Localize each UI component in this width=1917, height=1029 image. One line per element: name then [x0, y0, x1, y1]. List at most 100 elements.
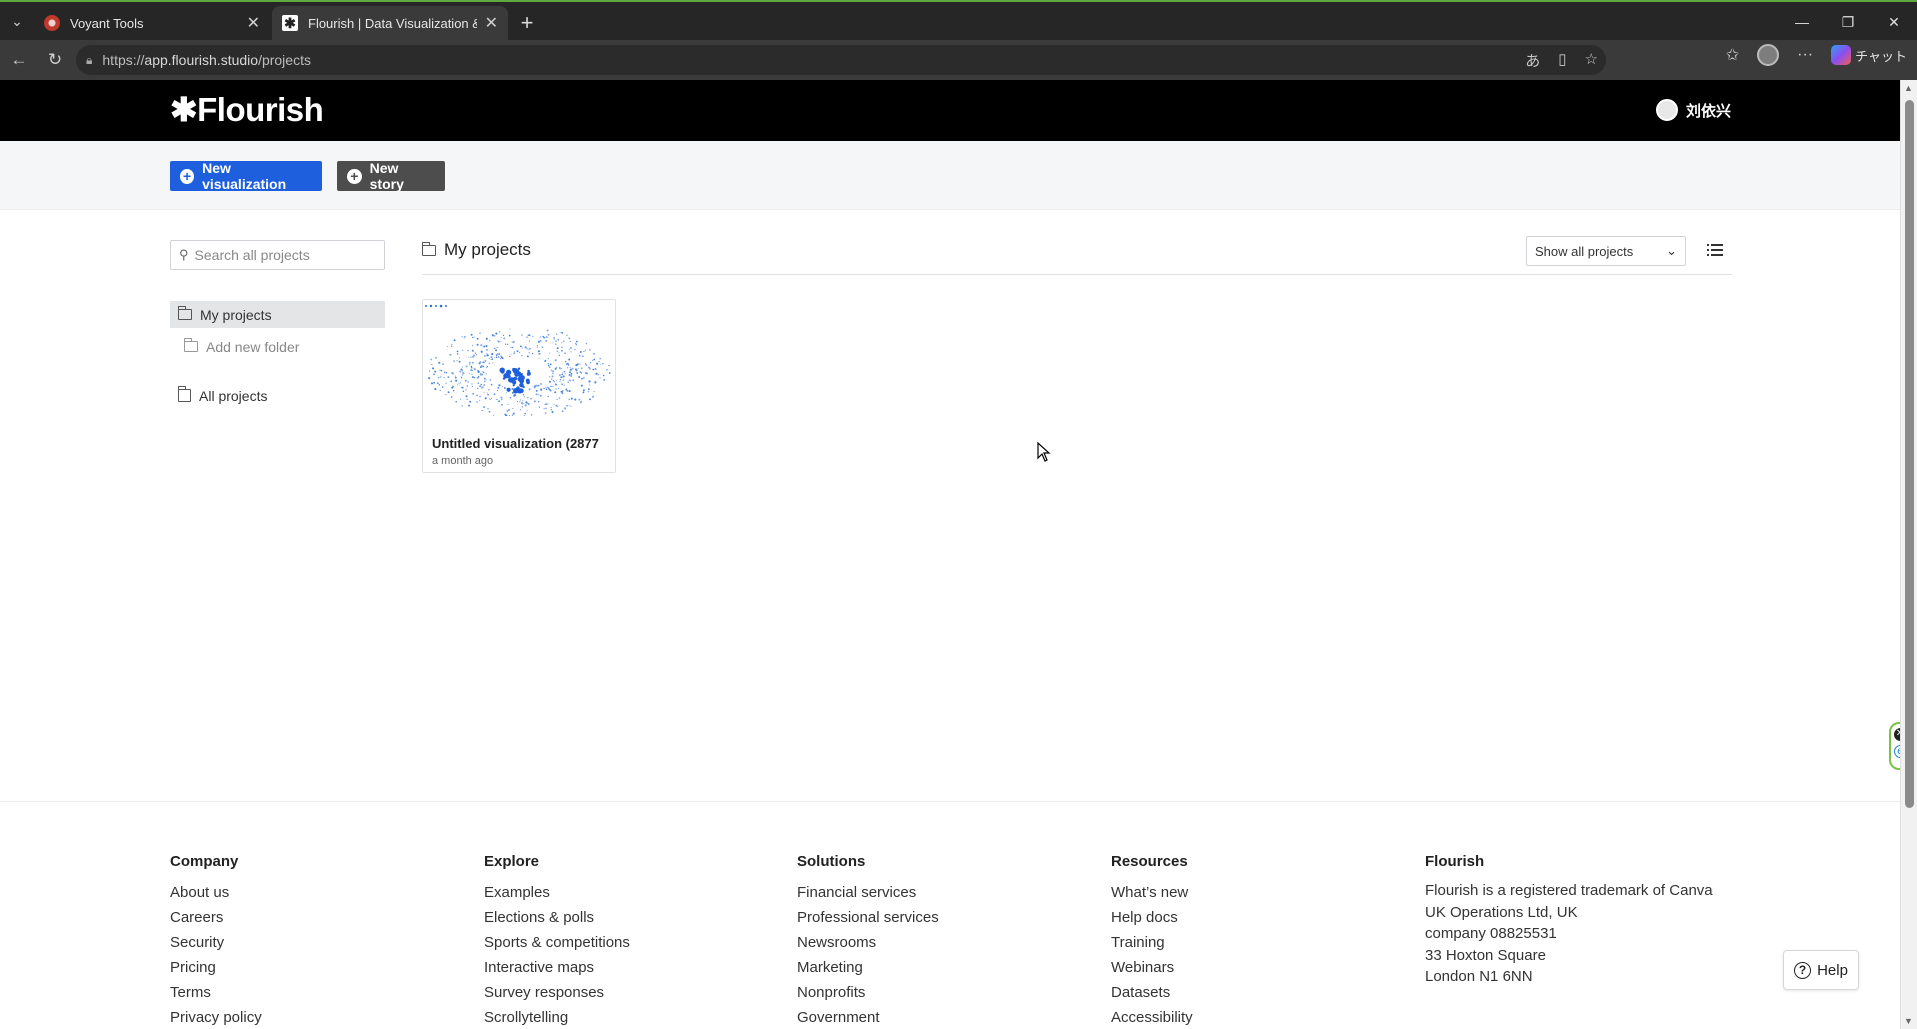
- network-node: [521, 334, 523, 336]
- footer-link[interactable]: Help docs: [1111, 905, 1193, 930]
- scrollbar-thumb[interactable]: [1905, 100, 1914, 808]
- network-node: [542, 335, 544, 338]
- network-node: [483, 377, 486, 380]
- footer-link[interactable]: Careers: [170, 905, 262, 930]
- reload-button[interactable]: ↻: [38, 43, 72, 77]
- new-story-button[interactable]: + New story: [337, 160, 445, 192]
- scroll-down-icon[interactable]: ▼: [1904, 1016, 1913, 1026]
- more-menu-icon[interactable]: ···: [1797, 46, 1813, 64]
- footer-link[interactable]: Government: [797, 1005, 939, 1029]
- flourish-logo[interactable]: ✱Flourish: [170, 90, 324, 129]
- tab-voyant-tools[interactable]: Voyant Tools ✕: [34, 6, 270, 40]
- user-menu[interactable]: 刘依兴: [1656, 99, 1731, 121]
- network-node: [461, 366, 464, 368]
- footer-link[interactable]: About us: [170, 880, 262, 905]
- tab-flourish[interactable]: ✱ Flourish | Data Visualization & Sto ✕: [272, 6, 508, 40]
- footer-link[interactable]: Elections & polls: [484, 905, 630, 930]
- network-node: [488, 362, 491, 365]
- network-node: [451, 343, 453, 346]
- footer-link[interactable]: What’s new: [1111, 880, 1193, 905]
- network-node: [456, 384, 459, 386]
- footer-link[interactable]: Interactive maps: [484, 955, 630, 980]
- search-input[interactable]: ⚲ Search all projects: [170, 240, 385, 270]
- network-node: [497, 340, 500, 343]
- footer-link[interactable]: Newsrooms: [797, 930, 939, 955]
- project-filter-select[interactable]: Show all projects ⌄: [1526, 236, 1686, 266]
- folder-icon: [421, 241, 436, 256]
- network-node: [551, 410, 554, 413]
- network-node: [570, 372, 573, 375]
- sidebar-item-my-projects[interactable]: My projects: [170, 301, 385, 328]
- reader-icon[interactable]: ▯: [1558, 50, 1566, 71]
- network-node: [539, 336, 541, 339]
- network-node: [564, 352, 566, 354]
- footer-link[interactable]: Professional services: [797, 905, 939, 930]
- footer-link[interactable]: Accessibility: [1111, 1005, 1193, 1029]
- browser-tabbar: ⌄ Voyant Tools ✕ ✱ Flourish | Data Visua…: [0, 0, 1917, 40]
- network-node: [526, 410, 528, 412]
- network-node: [554, 359, 557, 362]
- restore-icon[interactable]: ❐: [1825, 4, 1871, 40]
- help-button[interactable]: ? Help: [1783, 950, 1859, 990]
- network-node: [439, 369, 441, 371]
- footer-link[interactable]: Nonprofits: [797, 980, 939, 1005]
- new-tab-button[interactable]: +: [510, 6, 544, 40]
- profile-icon[interactable]: [1757, 44, 1780, 66]
- network-node: [559, 331, 561, 333]
- new-visualization-button[interactable]: + New visualization: [170, 160, 322, 192]
- sidebar-add-folder[interactable]: Add new folder: [170, 333, 385, 360]
- sidebar-item-all-projects[interactable]: All projects: [170, 382, 385, 409]
- network-node: [548, 380, 551, 383]
- back-button[interactable]: ←: [2, 43, 36, 77]
- translate-icon[interactable]: あ: [1525, 50, 1540, 71]
- network-node: [548, 388, 551, 391]
- close-tab-icon[interactable]: ✕: [485, 13, 498, 33]
- footer-link[interactable]: Marketing: [797, 955, 939, 980]
- favorites-icon[interactable]: ✩: [1726, 45, 1739, 65]
- network-node: [536, 346, 539, 348]
- list-view-icon[interactable]: [1707, 244, 1723, 258]
- footer-link[interactable]: Sports & competitions: [484, 930, 630, 955]
- network-node: [544, 412, 547, 414]
- tab-list-dropdown[interactable]: ⌄: [0, 2, 34, 40]
- network-hub-node: [513, 376, 518, 381]
- footer-resources: Resources What’s new Help docs Training …: [1111, 853, 1193, 1029]
- footer-link[interactable]: Training: [1111, 930, 1193, 955]
- scroll-up-icon[interactable]: ▲: [1904, 83, 1913, 93]
- voyant-favicon-icon: [44, 15, 60, 31]
- close-window-icon[interactable]: ✕: [1871, 4, 1917, 40]
- footer-link[interactable]: Webinars: [1111, 955, 1193, 980]
- project-card[interactable]: Untitled visualization (2877 a month ago: [422, 299, 616, 473]
- project-title: Untitled visualization (2877: [432, 436, 599, 451]
- minimize-icon[interactable]: —: [1779, 4, 1825, 40]
- footer-link[interactable]: Terms: [170, 980, 262, 1005]
- close-tab-icon[interactable]: ✕: [247, 13, 260, 33]
- network-node: [569, 341, 571, 343]
- copilot-button[interactable]: チャット: [1831, 45, 1907, 65]
- network-node: [556, 333, 558, 335]
- favorite-star-icon[interactable]: ☆: [1585, 50, 1598, 71]
- network-node: [498, 356, 500, 358]
- network-node: [530, 414, 533, 416]
- network-node: [534, 384, 537, 387]
- footer-link[interactable]: Privacy policy: [170, 1005, 262, 1029]
- footer-heading: Company: [170, 853, 239, 870]
- footer-link[interactable]: Survey responses: [484, 980, 630, 1005]
- network-node: [561, 383, 564, 386]
- address-bar[interactable]: 🔒︎ https://app.flourish.studio/projects …: [76, 45, 1606, 75]
- footer-link[interactable]: Pricing: [170, 955, 262, 980]
- network-node: [482, 371, 484, 373]
- page-scrollbar[interactable]: ▲ ▼: [1900, 80, 1917, 1029]
- network-node: [528, 352, 530, 354]
- footer-link[interactable]: Scrollytelling: [484, 1005, 630, 1029]
- network-node: [477, 370, 480, 372]
- footer-link[interactable]: Financial services: [797, 880, 939, 905]
- footer-link[interactable]: Security: [170, 930, 262, 955]
- network-node: [452, 389, 455, 392]
- footer-link[interactable]: Datasets: [1111, 980, 1193, 1005]
- network-hub-node: [517, 376, 523, 382]
- network-node: [577, 367, 579, 370]
- network-node: [584, 363, 587, 365]
- network-node: [483, 380, 486, 383]
- footer-link[interactable]: Examples: [484, 880, 630, 905]
